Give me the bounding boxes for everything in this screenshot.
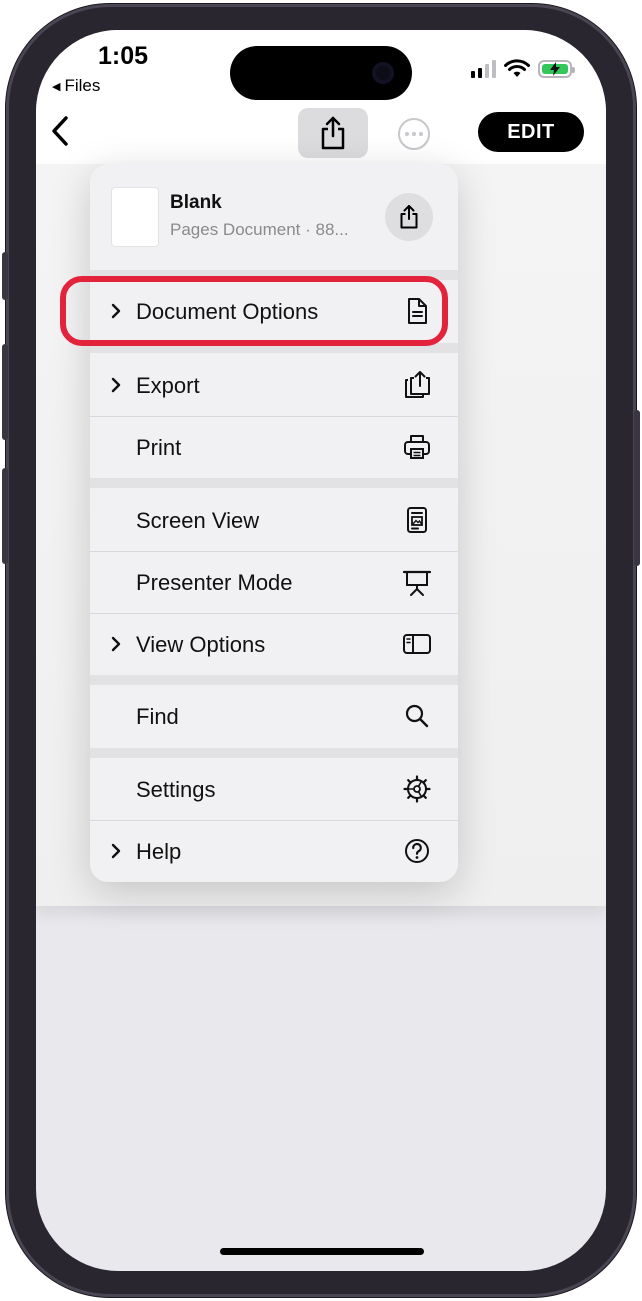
share-icon [321, 116, 345, 150]
menu-item-screen-view[interactable]: Screen View [90, 490, 458, 551]
menu-separator [90, 675, 458, 685]
search-icon [405, 704, 429, 728]
status-indicators [471, 58, 575, 80]
menu-item-label: Find [136, 704, 179, 729]
menu-item-label: Screen View [136, 508, 260, 533]
menu-item-label: Print [136, 435, 182, 460]
back-triangle-icon: ◀ [52, 81, 61, 93]
share-button[interactable] [298, 108, 368, 158]
menu-separator [90, 478, 458, 488]
menu-item-label: Export [136, 373, 200, 398]
volume-up-button [2, 344, 8, 440]
edit-button[interactable]: EDIT [478, 112, 584, 152]
menu-item-export[interactable]: Export [90, 355, 458, 416]
menu-item-label: Presenter Mode [136, 570, 293, 595]
chevron-right-icon [111, 377, 121, 393]
header-share-button[interactable] [385, 193, 433, 241]
wifi-icon [504, 59, 530, 77]
menu-document-header: Blank Pages Document · 88... [90, 164, 458, 270]
dynamic-island [230, 46, 412, 100]
menu-item-label: Settings [136, 777, 216, 802]
more-menu: Blank Pages Document · 88... Document Op… [90, 164, 458, 882]
help-icon [405, 839, 429, 863]
export-icon [405, 371, 430, 398]
menu-item-label: Help [136, 839, 182, 864]
chevron-right-icon [111, 843, 121, 859]
screen-view-icon [407, 507, 427, 533]
back-chevron-icon[interactable] [46, 114, 76, 148]
document-thumbnail [112, 188, 158, 246]
menu-item-help[interactable]: Help [90, 821, 458, 882]
volume-down-button [2, 468, 8, 564]
more-options-button[interactable] [398, 118, 430, 150]
menu-item-view-options[interactable]: View Options [90, 614, 458, 675]
screen: 1:05 ◀ Files EDIT Blank Pages Document ·… [36, 30, 606, 1271]
menu-separator [90, 748, 458, 758]
menu-item-find[interactable]: Find [90, 686, 458, 747]
menu-item-presenter-mode[interactable]: Presenter Mode [90, 552, 458, 613]
document-subtitle: Pages Document · 88... [170, 220, 349, 239]
sidebar-icon [403, 634, 431, 654]
front-camera [372, 62, 394, 84]
back-to-files-link[interactable]: ◀ Files [52, 76, 100, 96]
action-button [2, 252, 8, 300]
status-time: 1:05 [98, 42, 149, 70]
menu-item-settings[interactable]: Settings [90, 759, 458, 820]
presenter-icon [402, 570, 432, 596]
printer-icon [404, 435, 430, 459]
menu-item-label: View Options [136, 632, 266, 657]
gear-icon [403, 775, 431, 803]
cellular-signal-icon [471, 60, 496, 78]
share-icon [400, 205, 418, 229]
menu-item-print[interactable]: Print [90, 417, 458, 478]
chevron-right-icon [111, 636, 121, 652]
document-title: Blank [170, 192, 222, 213]
battery-icon [538, 60, 575, 78]
highlight-annotation [60, 276, 448, 346]
back-app-label: Files [64, 76, 101, 95]
home-indicator [220, 1248, 424, 1255]
power-button [634, 410, 640, 566]
